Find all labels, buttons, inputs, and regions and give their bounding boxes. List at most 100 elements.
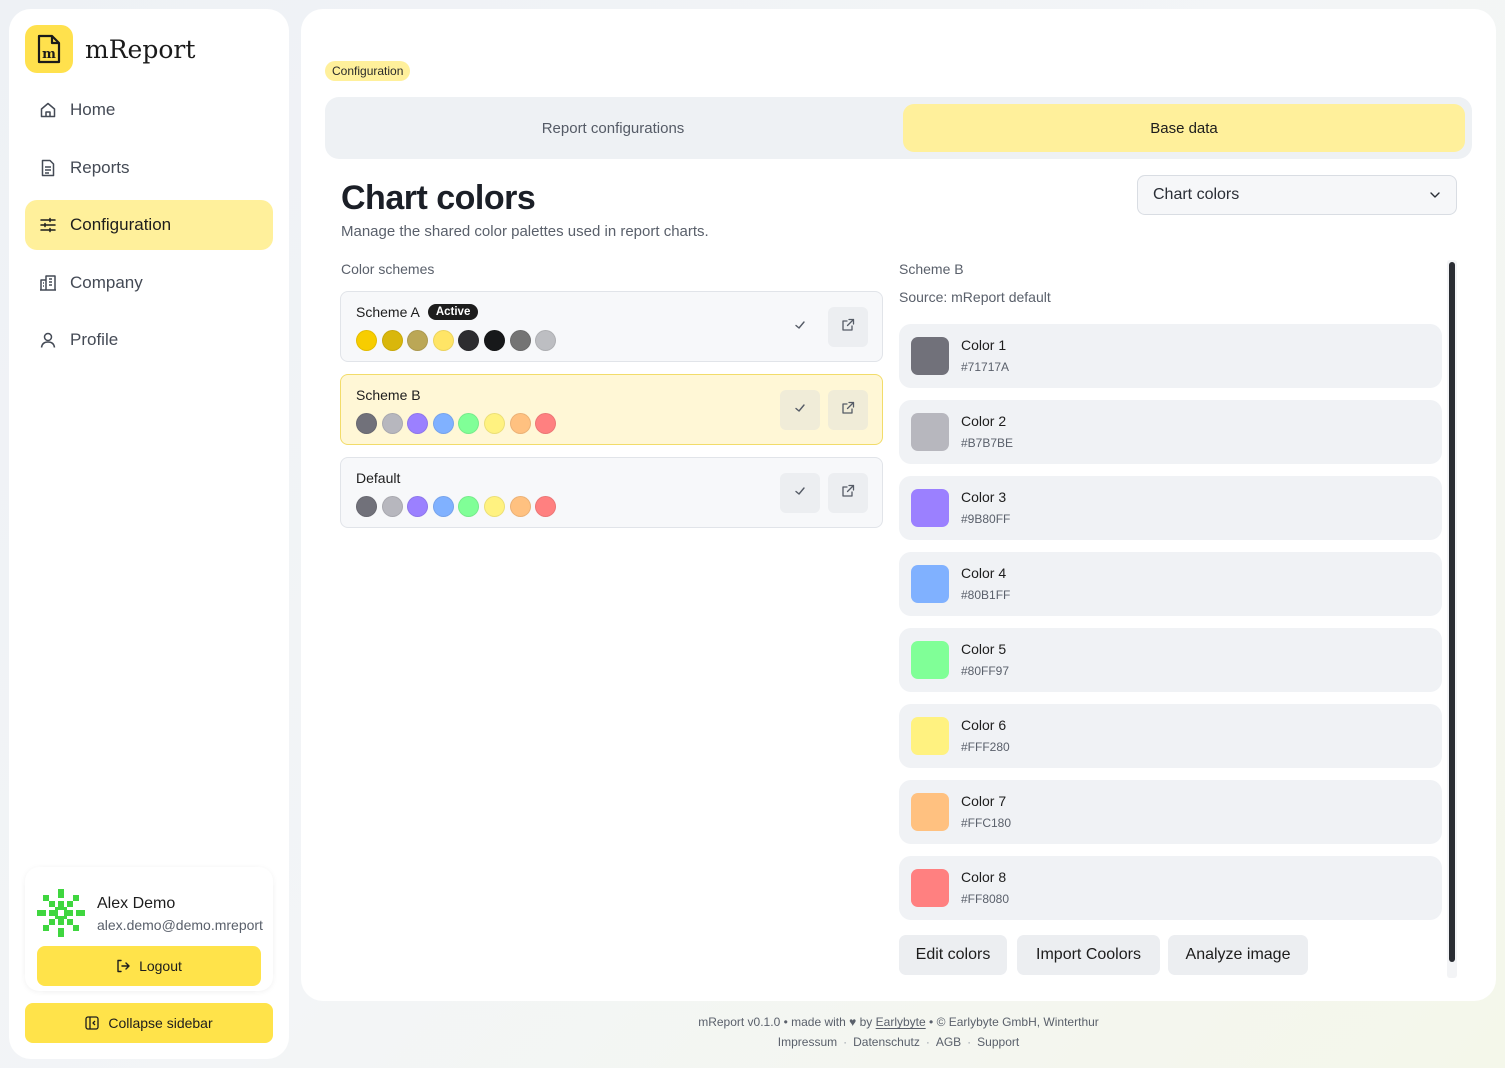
color-name: Color 2: [961, 413, 1007, 429]
scheme-card-default[interactable]: Default: [340, 457, 883, 528]
datenschutz-link[interactable]: Datenschutz: [853, 1035, 920, 1049]
heart-icon: ♥: [849, 1015, 857, 1029]
color-swatch: [535, 413, 557, 434]
scheme-name-row: Default: [356, 470, 400, 486]
import-coolors-button[interactable]: Import Coolors: [1017, 935, 1160, 975]
breadcrumb: Configuration: [325, 61, 411, 81]
color-row[interactable]: Color 5 #80FF97: [899, 628, 1442, 692]
color-row[interactable]: Color 6 #FFF280: [899, 704, 1442, 768]
color-chip: [911, 641, 949, 679]
logout-button[interactable]: Logout: [37, 946, 261, 986]
external-link-icon: [841, 401, 855, 420]
color-swatch: [407, 330, 429, 351]
open-scheme-button[interactable]: [828, 473, 868, 513]
color-swatch: [381, 413, 403, 434]
color-row[interactable]: Color 4 #80B1FF: [899, 552, 1442, 616]
tab-report-configurations[interactable]: Report configurations: [331, 104, 895, 152]
color-row[interactable]: Color 8 #FF8080: [899, 856, 1442, 920]
color-chip: [911, 717, 949, 755]
activate-scheme-button[interactable]: [780, 473, 820, 513]
color-row[interactable]: Color 7 #FFC180: [899, 780, 1442, 844]
color-name: Color 1: [961, 337, 1007, 353]
logout-label: Logout: [139, 958, 182, 974]
color-swatch: [356, 496, 377, 517]
scheme-swatches: [356, 330, 561, 351]
app-name: mReport: [85, 34, 196, 64]
avatar[interactable]: [37, 889, 85, 937]
color-swatch: [432, 496, 454, 517]
separator: ·: [843, 1035, 848, 1049]
color-swatch: [483, 496, 505, 517]
sidebar-item-reports[interactable]: Reports: [25, 143, 273, 193]
color-hex: #71717A: [961, 360, 1010, 374]
sidebar-item-label: Profile: [70, 330, 119, 349]
activate-scheme-button[interactable]: [780, 307, 820, 347]
footer-text: mReport v0.1.0 • made with: [698, 1015, 846, 1029]
separator: ·: [967, 1035, 972, 1049]
color-swatch: [535, 330, 557, 351]
scheme-swatches: [356, 496, 561, 517]
impressum-link[interactable]: Impressum: [778, 1035, 837, 1049]
activate-scheme-button[interactable]: [780, 390, 820, 430]
scheme-swatches: [356, 413, 561, 434]
color-swatch: [483, 413, 505, 434]
support-link[interactable]: Support: [977, 1035, 1019, 1049]
color-swatch: [381, 330, 403, 351]
color-swatch: [432, 413, 454, 434]
mreport-logo-icon: m: [25, 25, 73, 73]
scheme-card-b[interactable]: Scheme B: [340, 374, 883, 445]
color-hex: #FFF280: [961, 740, 1010, 754]
detail-scrollbar[interactable]: [1447, 260, 1457, 978]
color-name: Color 7: [961, 793, 1007, 809]
brand[interactable]: m mReport: [25, 25, 195, 73]
open-scheme-button[interactable]: [828, 307, 868, 347]
color-swatch: [432, 330, 454, 351]
footer: mReport v0.1.0 • made with ♥ by Earlybyt…: [301, 1015, 1496, 1049]
color-name: Color 6: [961, 717, 1007, 733]
analyze-image-button[interactable]: Analyze image: [1168, 935, 1308, 975]
sidebar-item-company[interactable]: Company: [25, 258, 273, 308]
color-swatch: [381, 496, 403, 517]
status-badge: Active: [427, 304, 479, 320]
user-email: alex.demo@demo.mreport: [97, 917, 263, 933]
color-chip: [911, 793, 949, 831]
color-hex: #80FF97: [961, 664, 1010, 678]
collapse-sidebar-button[interactable]: Collapse sidebar: [25, 1003, 273, 1043]
sidebar-item-label: Configuration: [70, 215, 172, 234]
footer-copyright: • © Earlybyte GmbH, Winterthur: [929, 1015, 1099, 1029]
scheme-card-a[interactable]: Scheme A Active: [340, 291, 883, 362]
page-title: Chart colors: [341, 179, 536, 217]
sidebar-item-profile[interactable]: Profile: [25, 315, 273, 365]
edit-colors-button[interactable]: Edit colors: [899, 935, 1007, 975]
earlybyte-link[interactable]: Earlybyte: [876, 1015, 926, 1029]
building-icon: [39, 274, 57, 292]
color-swatch: [407, 496, 429, 517]
sidebar-item-label: Home: [70, 100, 116, 119]
tab-base-data[interactable]: Base data: [903, 104, 1465, 152]
color-hex: #9B80FF: [961, 512, 1011, 526]
collapse-sidebar-label: Collapse sidebar: [108, 1015, 213, 1031]
scheme-name: Scheme A: [356, 304, 420, 320]
color-name: Color 5: [961, 641, 1007, 657]
separator: ·: [925, 1035, 930, 1049]
sidebar-item-home[interactable]: Home: [25, 85, 273, 135]
color-swatch: [483, 330, 505, 351]
color-chip: [911, 565, 949, 603]
color-row[interactable]: Color 3 #9B80FF: [899, 476, 1442, 540]
open-scheme-button[interactable]: [828, 390, 868, 430]
color-hex: #B7B7BE: [961, 436, 1014, 450]
sidebar-item-label: Reports: [70, 157, 130, 177]
color-row[interactable]: Color 1 #71717A: [899, 324, 1442, 388]
color-swatch: [535, 496, 557, 517]
color-schemes-label: Color schemes: [341, 261, 435, 277]
main-nav: Home Reports Configuration Company Profi…: [25, 85, 273, 373]
scrollbar-thumb[interactable]: [1449, 262, 1455, 962]
base-data-select[interactable]: Chart colors: [1137, 175, 1457, 215]
sidebar-collapse-icon: [85, 1016, 99, 1030]
sliders-icon: [39, 216, 57, 234]
sidebar-item-configuration[interactable]: Configuration: [25, 200, 273, 250]
home-icon: [39, 101, 57, 119]
agb-link[interactable]: AGB: [936, 1035, 961, 1049]
external-link-icon: [841, 484, 855, 503]
color-row[interactable]: Color 2 #B7B7BE: [899, 400, 1442, 464]
